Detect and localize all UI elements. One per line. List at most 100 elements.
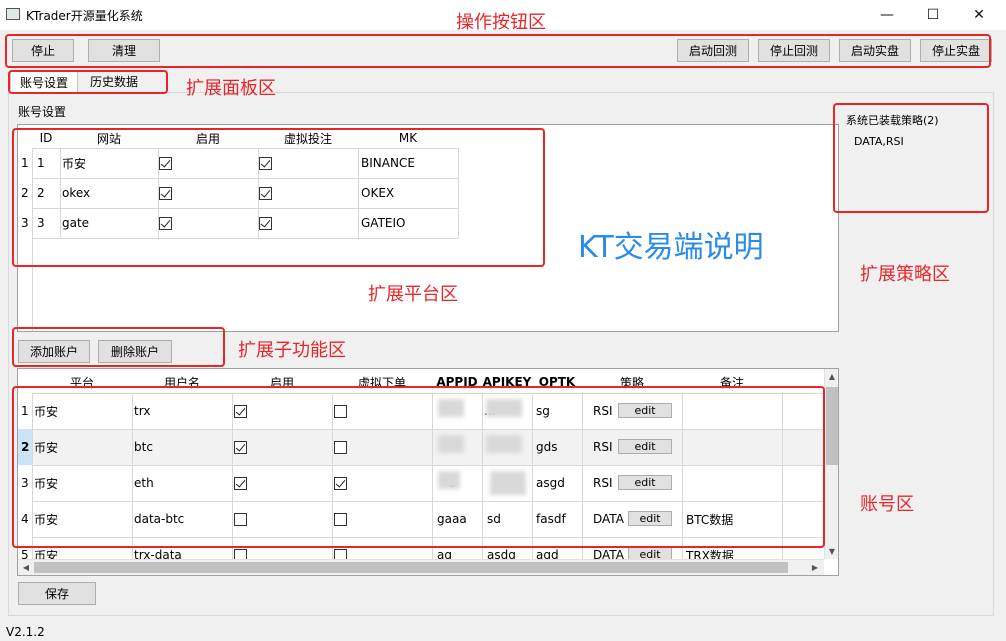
table-cell: 币安 <box>62 156 87 171</box>
col-header-enabled: 启用 <box>269 375 294 390</box>
redacted-area <box>486 435 522 453</box>
annotation-platform-area: 扩展平台区 <box>368 284 458 305</box>
edit-strategy-button[interactable]: edit <box>618 475 672 490</box>
col-header-note: 备注 <box>719 375 744 390</box>
close-button[interactable]: ✕ <box>956 0 1002 30</box>
table-cell: asgd <box>536 476 565 490</box>
delete-account-button[interactable]: 删除账户 <box>98 340 172 363</box>
annotation-account-area: 账号区 <box>860 494 914 515</box>
col-header-strategy: 策略 <box>619 375 644 390</box>
enabled-checkbox[interactable] <box>234 405 247 418</box>
save-button[interactable]: 保存 <box>18 582 96 605</box>
app-icon <box>6 8 20 20</box>
table-cell <box>686 473 780 493</box>
strategy-panel-title: 系统已装载策略(2) <box>846 114 939 127</box>
redacted-area <box>490 471 526 495</box>
table-cell: sd <box>487 512 501 526</box>
col-header-apikey: APIKEY <box>482 375 532 389</box>
edit-strategy-button[interactable]: edit <box>618 439 672 454</box>
table-cell: BTC数据 <box>686 512 734 527</box>
edit-strategy-button[interactable]: edit <box>618 403 672 418</box>
table-cell: 币安 <box>34 404 59 419</box>
row-number: 1 <box>21 404 29 418</box>
table-cell: okex <box>62 186 91 200</box>
version-label: V2.1.2 <box>6 625 45 639</box>
horizontal-scroll-thumb[interactable] <box>34 562 788 573</box>
table-cell: gds <box>536 440 558 454</box>
col-header-username: 用户名 <box>163 375 200 390</box>
virtual-checkbox[interactable] <box>259 157 272 170</box>
minimize-button[interactable]: — <box>864 0 910 30</box>
maximize-button[interactable]: ☐ <box>910 0 956 30</box>
col-header-enabled: 启用 <box>195 131 220 146</box>
stop-backtest-button[interactable]: 停止回测 <box>758 39 830 62</box>
tab-account-settings[interactable]: 账号设置 <box>10 71 78 92</box>
table-cell: GATEIO <box>361 216 406 230</box>
col-header-virtual: 虚拟投注 <box>283 131 332 146</box>
enabled-checkbox[interactable] <box>159 157 172 170</box>
table-cell: gaaa <box>437 512 467 526</box>
table-cell: 币安 <box>34 440 59 455</box>
stop-button[interactable]: 停止 <box>12 39 74 62</box>
stop-live-button[interactable]: 停止实盘 <box>920 39 992 62</box>
scroll-left-icon[interactable]: ◀ <box>21 562 31 573</box>
col-header-virtual-order: 虚拟下单 <box>357 375 406 390</box>
center-title: KT交易端说明 <box>578 230 764 265</box>
table-cell: data-btc <box>134 512 185 526</box>
col-header-appid: APPID <box>436 375 478 389</box>
redacted-area <box>438 471 460 489</box>
table-cell: btc <box>134 440 153 454</box>
col-header-site: 网站 <box>96 131 121 146</box>
virtual-checkbox[interactable] <box>259 187 272 200</box>
account-table: 平台 用户名 启用 虚拟下单 APPID APIKEY OPTK 策略 备注 1… <box>17 368 839 576</box>
annotation-toolbar-area: 操作按钮区 <box>456 12 546 33</box>
add-account-button[interactable]: 添加账户 <box>18 340 90 363</box>
scroll-right-icon[interactable]: ▶ <box>810 562 820 573</box>
start-backtest-button[interactable]: 启动回测 <box>677 39 749 62</box>
row-number: 2 <box>21 186 29 200</box>
table-cell: gate <box>62 216 90 230</box>
tab-history-data[interactable]: 历史数据 <box>78 71 150 92</box>
table-cell: eth <box>134 476 154 490</box>
annotation-strategy-area: 扩展策略区 <box>860 264 950 285</box>
window-title: KTrader开源量化系统 <box>26 9 143 23</box>
table-cell: 2 <box>37 186 45 200</box>
table-cell <box>686 401 780 421</box>
table-cell: 1 <box>37 156 45 170</box>
row-number: 2 <box>21 440 30 454</box>
virtual-order-checkbox[interactable] <box>334 477 347 490</box>
redacted-area <box>438 435 464 453</box>
enabled-checkbox[interactable] <box>234 441 247 454</box>
enabled-checkbox[interactable] <box>234 477 247 490</box>
table-cell <box>686 437 780 457</box>
annotation-panel-area: 扩展面板区 <box>186 78 276 99</box>
virtual-order-checkbox[interactable] <box>334 441 347 454</box>
scroll-down-icon[interactable]: ▼ <box>827 546 837 556</box>
col-header-optk: OPTK <box>538 375 576 389</box>
redacted-area <box>438 399 464 417</box>
enabled-checkbox[interactable] <box>234 513 247 526</box>
enabled-checkbox[interactable] <box>159 187 172 200</box>
col-header-id: ID <box>39 131 53 145</box>
annotation-subfunction-area: 扩展子功能区 <box>238 340 346 361</box>
vertical-scroll-thumb[interactable] <box>826 387 838 465</box>
col-header-mk: MK <box>398 131 418 145</box>
enabled-checkbox[interactable] <box>159 217 172 230</box>
table-cell: BINANCE <box>361 156 415 170</box>
table-cell: 3 <box>37 216 45 230</box>
table-cell: fasdf <box>536 512 566 526</box>
start-live-button[interactable]: 启动实盘 <box>839 39 911 62</box>
row-number: 3 <box>21 216 29 230</box>
virtual-checkbox[interactable] <box>259 217 272 230</box>
table-cell: sg <box>536 404 550 418</box>
edit-strategy-button[interactable]: edit <box>628 511 672 526</box>
clear-button[interactable]: 清理 <box>88 39 160 62</box>
virtual-order-checkbox[interactable] <box>334 405 347 418</box>
scroll-up-icon[interactable]: ▲ <box>827 371 837 381</box>
virtual-order-checkbox[interactable] <box>334 513 347 526</box>
row-number: 4 <box>21 512 29 526</box>
table-cell: trx <box>134 404 151 418</box>
table-cell: DATA <box>593 512 624 526</box>
table-cell: 币安 <box>34 476 59 491</box>
strategy-list: DATA,RSI <box>854 135 904 148</box>
